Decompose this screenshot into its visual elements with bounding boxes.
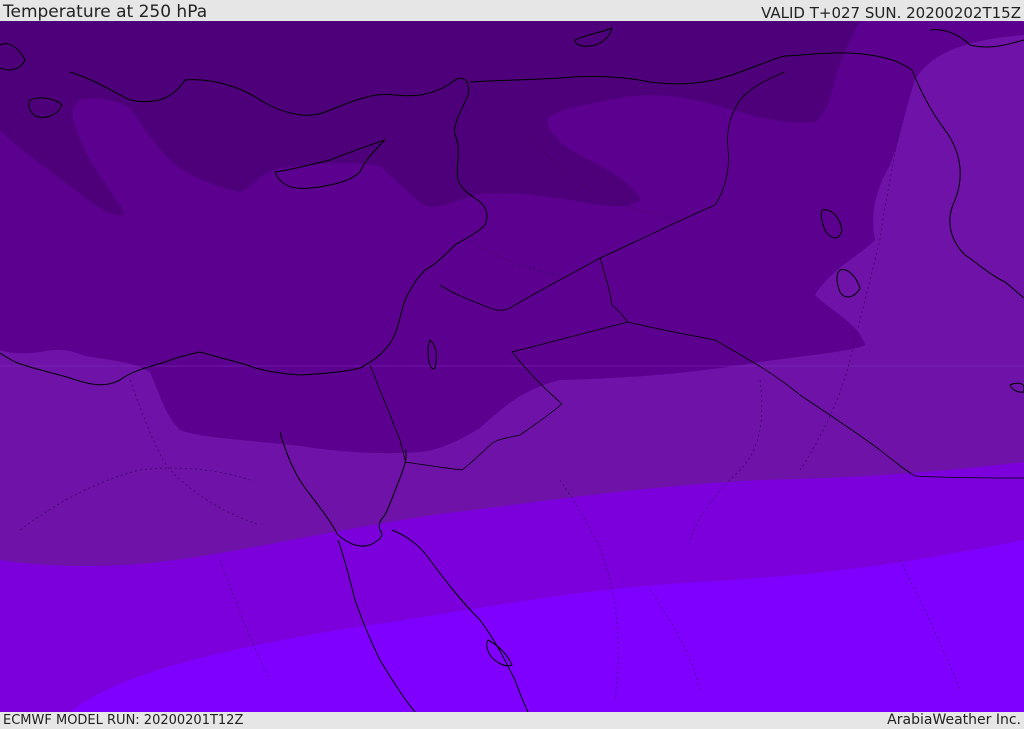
- map-title: Temperature at 250 hPa: [3, 2, 208, 22]
- valid-time-label: VALID T+027 SUN. 20200202T15Z: [761, 4, 1021, 22]
- footer-bar: ECMWF MODEL RUN: 20200201T12Z ArabiaWeat…: [0, 712, 1024, 729]
- header-bar: Temperature at 250 hPa VALID T+027 SUN. …: [0, 0, 1024, 22]
- credit-label: ArabiaWeather Inc.: [887, 712, 1021, 728]
- model-run-label: ECMWF MODEL RUN: 20200201T12Z: [3, 713, 244, 728]
- map-area: [0, 21, 1024, 712]
- temperature-map: [0, 21, 1024, 712]
